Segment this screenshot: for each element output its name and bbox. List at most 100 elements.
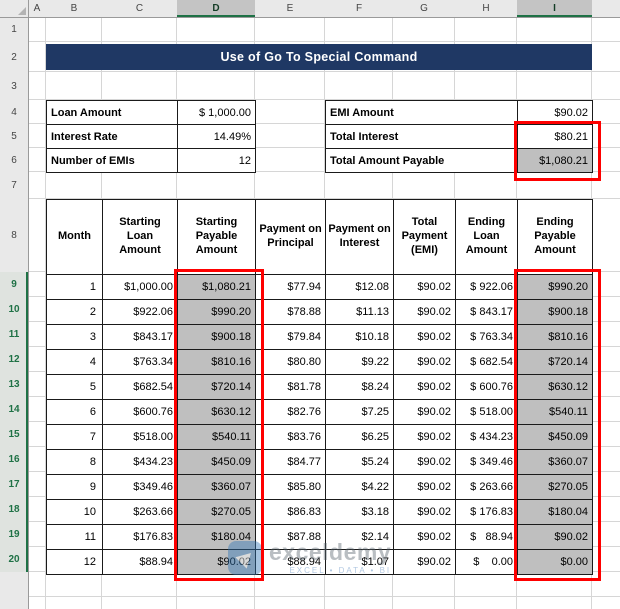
row-header-8[interactable]: 8: [0, 199, 29, 273]
cell[interactable]: $81.78: [255, 374, 326, 400]
row-header-19[interactable]: 19: [0, 522, 29, 548]
cell[interactable]: $87.88: [255, 524, 326, 550]
cell[interactable]: $1,080.21: [177, 274, 256, 300]
cell[interactable]: $80.80: [255, 349, 326, 375]
cell[interactable]: $900.18: [177, 324, 256, 350]
cell[interactable]: $90.02: [393, 449, 456, 475]
cell[interactable]: $ 434.23: [455, 424, 518, 450]
cell[interactable]: $ 843.17: [455, 299, 518, 325]
header-starting-payable-amount[interactable]: Starting Payable Amount: [177, 199, 256, 275]
row-header-5[interactable]: 5: [0, 124, 29, 149]
cell[interactable]: $ 263.66: [455, 474, 518, 500]
cell[interactable]: $6.25: [325, 424, 394, 450]
cell[interactable]: $922.06: [102, 299, 178, 325]
cell[interactable]: $90.02: [393, 349, 456, 375]
row-header-2[interactable]: 2: [0, 42, 29, 73]
cell[interactable]: $8.24: [325, 374, 394, 400]
cell[interactable]: $ 88.94: [455, 524, 518, 550]
cell[interactable]: $4.22: [325, 474, 394, 500]
cell[interactable]: $11.13: [325, 299, 394, 325]
cell[interactable]: $450.09: [177, 449, 256, 475]
cell[interactable]: $176.83: [102, 524, 178, 550]
cell[interactable]: 3: [46, 324, 103, 350]
number-of-emis-label-cell[interactable]: Number of EMIs: [46, 148, 178, 173]
cell[interactable]: $1.07: [325, 549, 394, 575]
cell[interactable]: 2: [46, 299, 103, 325]
number-of-emis-value-cell[interactable]: 12: [177, 148, 256, 173]
cell[interactable]: 8: [46, 449, 103, 475]
cell[interactable]: 11: [46, 524, 103, 550]
cell[interactable]: $600.76: [102, 399, 178, 425]
cell[interactable]: $180.04: [517, 499, 593, 525]
column-header-e[interactable]: E: [255, 0, 326, 18]
row-header-18[interactable]: 18: [0, 497, 29, 523]
emi-amount-value-cell[interactable]: $90.02: [517, 100, 593, 125]
cell[interactable]: $270.05: [517, 474, 593, 500]
cell[interactable]: $90.02: [393, 374, 456, 400]
cell[interactable]: $ 682.54: [455, 349, 518, 375]
cell[interactable]: $ 518.00: [455, 399, 518, 425]
cell[interactable]: $ 763.34: [455, 324, 518, 350]
column-header-i[interactable]: I: [517, 0, 593, 18]
interest-rate-label-cell[interactable]: Interest Rate: [46, 124, 178, 149]
cell[interactable]: $90.02: [393, 499, 456, 525]
cell[interactable]: $78.88: [255, 299, 326, 325]
cell[interactable]: $7.25: [325, 399, 394, 425]
header-ending-loan-amount[interactable]: Ending Loan Amount: [455, 199, 518, 275]
row-header-1[interactable]: 1: [0, 17, 29, 43]
cell[interactable]: $630.12: [177, 399, 256, 425]
cell[interactable]: $720.14: [517, 349, 593, 375]
row-header-16[interactable]: 16: [0, 447, 29, 473]
cell[interactable]: $540.11: [177, 424, 256, 450]
cell[interactable]: $90.02: [393, 549, 456, 575]
cell[interactable]: $263.66: [102, 499, 178, 525]
cell[interactable]: 12: [46, 549, 103, 575]
cell[interactable]: $810.16: [517, 324, 593, 350]
cell[interactable]: $434.23: [102, 449, 178, 475]
cell[interactable]: $82.76: [255, 399, 326, 425]
column-header-f[interactable]: F: [325, 0, 394, 18]
total-interest-value-cell[interactable]: $80.21: [517, 124, 593, 149]
row-header-7[interactable]: 7: [0, 172, 29, 200]
row-header-17[interactable]: 17: [0, 472, 29, 498]
cell[interactable]: $90.02: [393, 424, 456, 450]
column-header-h[interactable]: H: [455, 0, 518, 18]
cell[interactable]: $83.76: [255, 424, 326, 450]
column-header-g[interactable]: G: [393, 0, 456, 18]
column-header-c[interactable]: C: [102, 0, 178, 18]
cell[interactable]: 6: [46, 399, 103, 425]
cell[interactable]: $3.18: [325, 499, 394, 525]
total-amount-payable-label-cell[interactable]: Total Amount Payable: [325, 148, 518, 173]
column-header-a[interactable]: A: [28, 0, 47, 18]
cell[interactable]: $88.94: [255, 549, 326, 575]
cell[interactable]: $90.02: [177, 549, 256, 575]
row-header-3[interactable]: 3: [0, 72, 29, 101]
cell[interactable]: $79.84: [255, 324, 326, 350]
cell[interactable]: $990.20: [177, 299, 256, 325]
cell[interactable]: $10.18: [325, 324, 394, 350]
cell[interactable]: $90.02: [393, 299, 456, 325]
row-header-partial[interactable]: [0, 572, 29, 609]
header-total-payment-emi[interactable]: Total Payment (EMI): [393, 199, 456, 275]
header-ending-payable-amount[interactable]: Ending Payable Amount: [517, 199, 593, 275]
cell[interactable]: $990.20: [517, 274, 593, 300]
cell[interactable]: $518.00: [102, 424, 178, 450]
cell[interactable]: 10: [46, 499, 103, 525]
cell[interactable]: $5.24: [325, 449, 394, 475]
row-header-4[interactable]: 4: [0, 100, 29, 125]
row-header-10[interactable]: 10: [0, 297, 29, 323]
column-header-partial[interactable]: [592, 0, 620, 18]
cell[interactable]: $ 0.00: [455, 549, 518, 575]
cell[interactable]: $86.83: [255, 499, 326, 525]
cell[interactable]: 5: [46, 374, 103, 400]
cell[interactable]: $ 349.46: [455, 449, 518, 475]
cell[interactable]: $270.05: [177, 499, 256, 525]
cell[interactable]: $90.02: [393, 399, 456, 425]
header-payment-on-principal[interactable]: Payment on Principal: [255, 199, 326, 275]
cell[interactable]: $0.00: [517, 549, 593, 575]
cell[interactable]: $12.08: [325, 274, 394, 300]
cell[interactable]: $360.07: [177, 474, 256, 500]
header-starting-loan-amount[interactable]: Starting Loan Amount: [102, 199, 178, 275]
select-all-corner[interactable]: [0, 0, 29, 18]
cell[interactable]: 9: [46, 474, 103, 500]
